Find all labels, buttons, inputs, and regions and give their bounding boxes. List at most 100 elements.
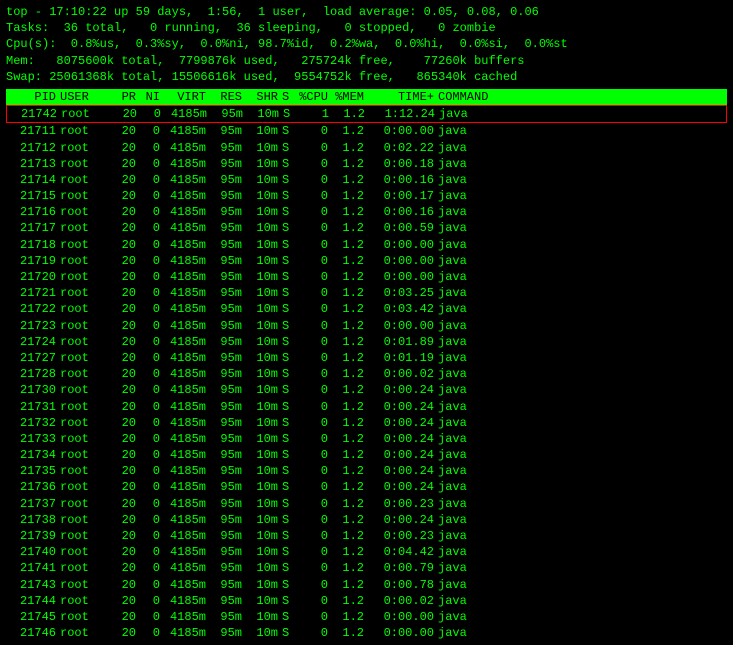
cell-user: root xyxy=(60,220,112,236)
cell-pr: 20 xyxy=(112,415,140,431)
cell-pr: 20 xyxy=(112,560,140,576)
cell-pid: 21746 xyxy=(8,625,60,641)
cell-res: 95m xyxy=(210,140,246,156)
cell-s: S xyxy=(282,544,296,560)
cell-pid: 21718 xyxy=(8,237,60,253)
cell-s: S xyxy=(282,399,296,415)
cell-virt: 4185m xyxy=(164,625,210,641)
cell-pr: 20 xyxy=(112,204,140,220)
cell-pid: 21734 xyxy=(8,447,60,463)
cell-mem: 1.2 xyxy=(332,172,368,188)
cell-virt: 4185m xyxy=(164,156,210,172)
cell-user: root xyxy=(60,334,112,350)
header-s: S xyxy=(282,89,296,105)
cell-mem: 1.2 xyxy=(332,528,368,544)
cell-ni: 0 xyxy=(141,106,165,122)
header-cpu: %CPU xyxy=(296,89,332,105)
cell-pid: 21737 xyxy=(8,496,60,512)
cell-shr: 10m xyxy=(246,172,282,188)
cell-shr: 10m xyxy=(246,463,282,479)
cell-pid: 21721 xyxy=(8,285,60,301)
table-row: 21718 root 20 0 4185m 95m 10m S 0 1.2 0:… xyxy=(6,237,727,253)
cell-pid: 21742 xyxy=(9,106,61,122)
cell-pr: 20 xyxy=(112,350,140,366)
cell-shr: 10m xyxy=(246,318,282,334)
cell-ni: 0 xyxy=(140,334,164,350)
cell-ni: 0 xyxy=(140,188,164,204)
cell-virt: 4185m xyxy=(164,399,210,415)
cell-cpu: 0 xyxy=(296,253,332,269)
cell-user: root xyxy=(60,415,112,431)
cell-cmd: java xyxy=(438,220,725,236)
cell-pid: 21727 xyxy=(8,350,60,366)
header-pr: PR xyxy=(112,89,140,105)
cell-ni: 0 xyxy=(140,447,164,463)
table-header: PID USER PR NI VIRT RES SHR S %CPU %MEM … xyxy=(6,89,727,105)
header-virt: VIRT xyxy=(164,89,210,105)
table-row: 21734 root 20 0 4185m 95m 10m S 0 1.2 0:… xyxy=(6,447,727,463)
cell-cpu: 0 xyxy=(296,512,332,528)
cell-virt: 4185m xyxy=(164,301,210,317)
cell-s: S xyxy=(282,237,296,253)
cell-pid: 21741 xyxy=(8,560,60,576)
cell-res: 95m xyxy=(210,237,246,253)
cell-user: root xyxy=(60,350,112,366)
cell-mem: 1.2 xyxy=(332,350,368,366)
cell-pid: 21731 xyxy=(8,399,60,415)
cell-virt: 4185m xyxy=(164,560,210,576)
cell-res: 95m xyxy=(210,496,246,512)
cell-user: root xyxy=(60,140,112,156)
cell-res: 95m xyxy=(210,318,246,334)
cell-time: 0:00.24 xyxy=(368,415,438,431)
cell-shr: 10m xyxy=(246,269,282,285)
cell-time: 1:12.24 xyxy=(369,106,439,122)
cell-pid: 21739 xyxy=(8,528,60,544)
cell-cmd: java xyxy=(438,269,725,285)
cell-mem: 1.2 xyxy=(332,431,368,447)
cell-pid: 21736 xyxy=(8,479,60,495)
cell-shr: 10m xyxy=(246,593,282,609)
cell-mem: 1.2 xyxy=(332,253,368,269)
cell-virt: 4185m xyxy=(164,204,210,220)
header-ni: NI xyxy=(140,89,164,105)
cell-cpu: 1 xyxy=(297,106,333,122)
cell-user: root xyxy=(60,625,112,641)
table-row: 21727 root 20 0 4185m 95m 10m S 0 1.2 0:… xyxy=(6,350,727,366)
cell-cmd: java xyxy=(438,334,725,350)
cell-user: root xyxy=(60,577,112,593)
cell-ni: 0 xyxy=(140,382,164,398)
process-table: PID USER PR NI VIRT RES SHR S %CPU %MEM … xyxy=(6,89,727,641)
cell-res: 95m xyxy=(210,156,246,172)
cell-cmd: java xyxy=(438,560,725,576)
cell-cmd: java xyxy=(438,609,725,625)
cell-cpu: 0 xyxy=(296,366,332,382)
cell-res: 95m xyxy=(211,106,247,122)
cell-cmd: java xyxy=(438,350,725,366)
cell-virt: 4185m xyxy=(164,447,210,463)
cell-mem: 1.2 xyxy=(332,318,368,334)
cell-ni: 0 xyxy=(140,479,164,495)
cell-shr: 10m xyxy=(246,577,282,593)
cell-ni: 0 xyxy=(140,204,164,220)
cell-res: 95m xyxy=(210,334,246,350)
cell-time: 0:00.23 xyxy=(368,496,438,512)
cell-mem: 1.2 xyxy=(332,382,368,398)
cell-mem: 1.2 xyxy=(332,237,368,253)
cell-shr: 10m xyxy=(246,285,282,301)
header-shr: SHR xyxy=(246,89,282,105)
cell-time: 0:02.22 xyxy=(368,140,438,156)
cell-mem: 1.2 xyxy=(332,156,368,172)
header-pid: PID xyxy=(8,89,60,105)
cell-pr: 20 xyxy=(112,334,140,350)
cell-cmd: java xyxy=(438,496,725,512)
cell-cmd: java xyxy=(438,415,725,431)
cell-cpu: 0 xyxy=(296,140,332,156)
cell-res: 95m xyxy=(210,350,246,366)
cell-pr: 20 xyxy=(112,269,140,285)
cell-cmd: java xyxy=(438,253,725,269)
cell-virt: 4185m xyxy=(164,140,210,156)
cell-time: 0:00.00 xyxy=(368,609,438,625)
cell-s: S xyxy=(282,625,296,641)
cell-user: root xyxy=(60,172,112,188)
cell-cpu: 0 xyxy=(296,399,332,415)
